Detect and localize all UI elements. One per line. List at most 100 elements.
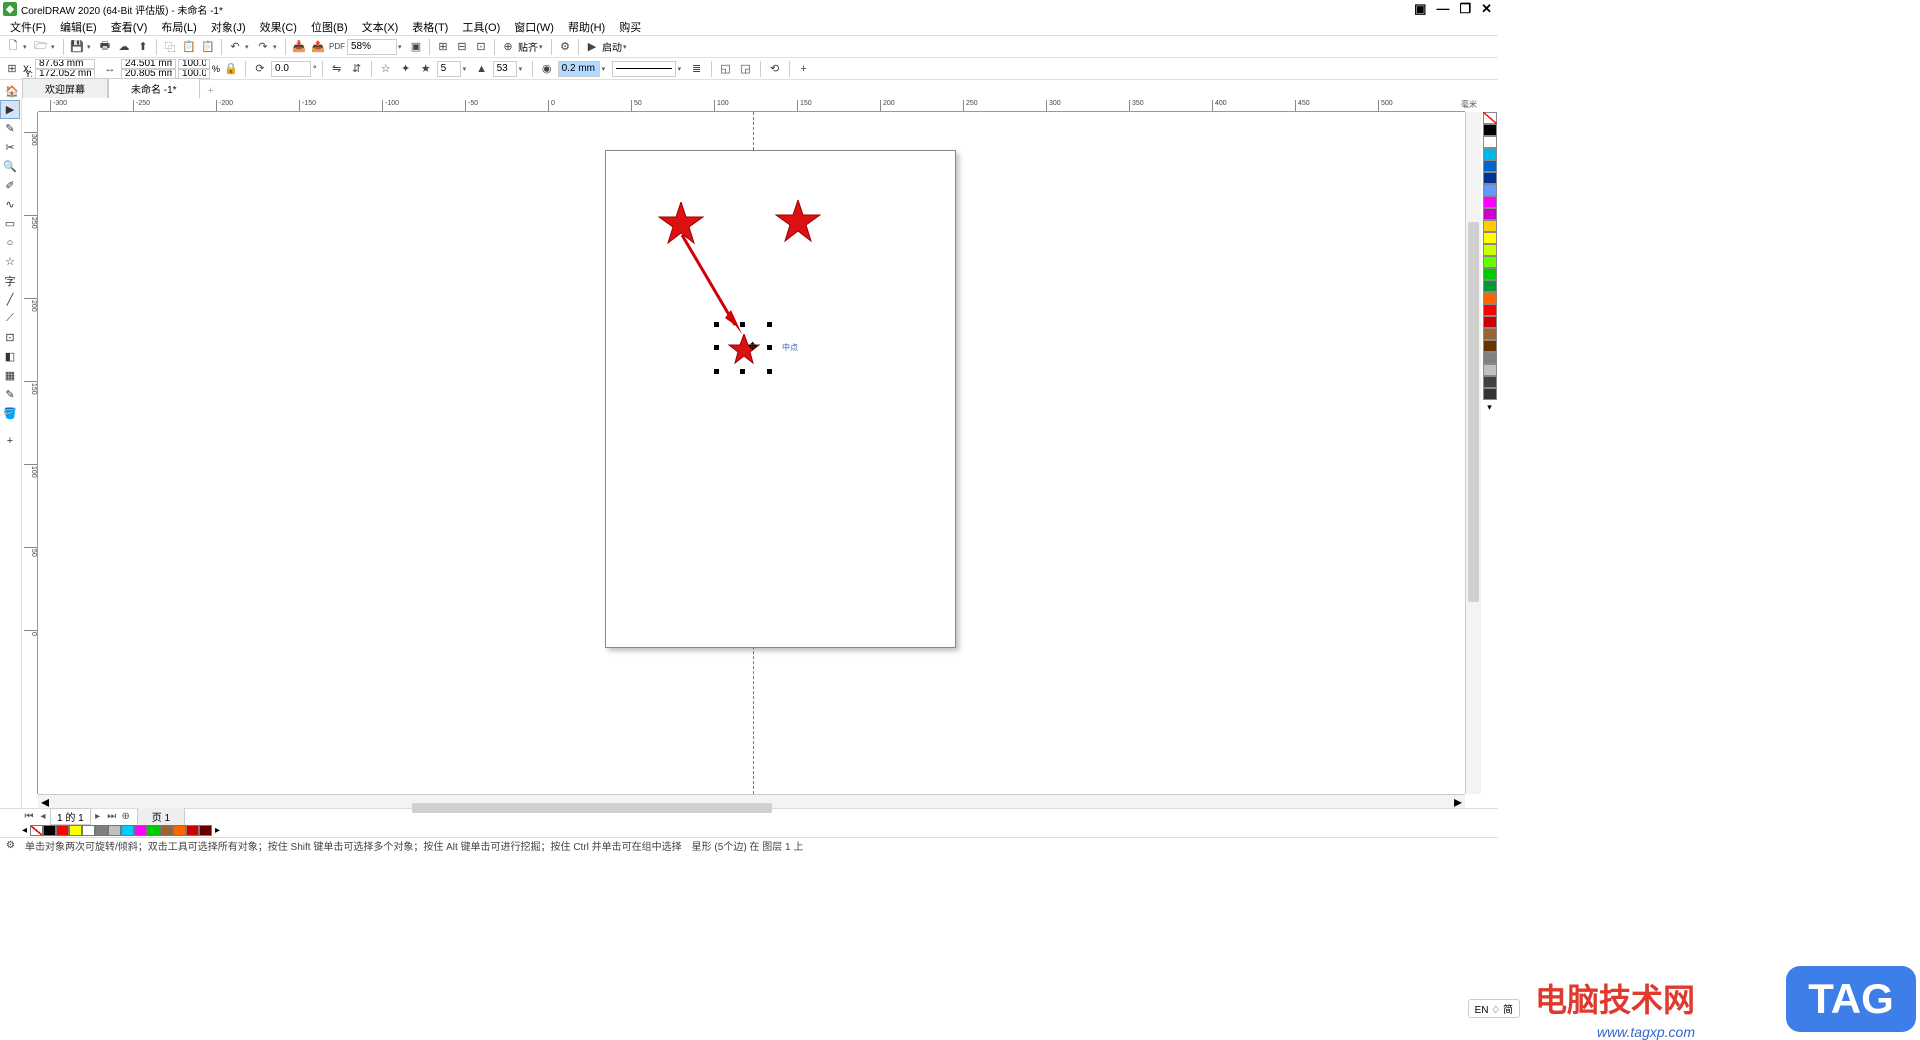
launch-label[interactable]: 启动: [602, 39, 622, 54]
star-outline-icon[interactable]: ☆: [377, 60, 395, 78]
freehand-tool[interactable]: ✐: [0, 176, 20, 195]
menu-text[interactable]: 文本(X): [356, 18, 405, 36]
paste-icon[interactable]: 📋: [180, 38, 198, 56]
menu-tools[interactable]: 工具(O): [456, 18, 506, 36]
tab-welcome[interactable]: 欢迎屏幕: [22, 78, 108, 98]
width-input[interactable]: [121, 59, 176, 69]
text-tool[interactable]: 字: [0, 271, 20, 290]
page-next[interactable]: ▸: [91, 811, 105, 822]
guides2-icon[interactable]: ⊡: [472, 38, 490, 56]
swatch[interactable]: [1483, 220, 1497, 232]
page-first[interactable]: ⏮: [22, 811, 36, 822]
ruler-vertical[interactable]: 300 250 200 150 100 50 0: [22, 112, 38, 794]
scalex-input[interactable]: [178, 59, 210, 69]
swatch[interactable]: [1483, 256, 1497, 268]
launch-icon[interactable]: ▶: [583, 38, 601, 56]
clipboard-icon[interactable]: 📋: [199, 38, 217, 56]
swatch[interactable]: [1483, 340, 1497, 352]
menu-bitmap[interactable]: 位图(B): [305, 18, 354, 36]
menu-file[interactable]: 文件(F): [4, 18, 52, 36]
save-icon[interactable]: 💾: [68, 38, 86, 56]
eyedropper-tool[interactable]: ✎: [0, 385, 20, 404]
tray-none[interactable]: [30, 825, 43, 836]
swatch[interactable]: [1483, 148, 1497, 160]
zoom-input[interactable]: [347, 39, 397, 55]
ellipse-tool[interactable]: ○: [0, 233, 20, 252]
swatch-none[interactable]: [1483, 112, 1497, 124]
export2-icon[interactable]: 📤: [309, 38, 327, 56]
tab-document[interactable]: 未命名 -1*: [108, 78, 200, 98]
outline-input[interactable]: [558, 61, 600, 77]
swatch[interactable]: [1483, 364, 1497, 376]
ruler-horizontal[interactable]: -300 -250 -200 -150 -100 -50 0 50 100 15…: [38, 98, 1465, 112]
tray-swatch[interactable]: [199, 825, 212, 836]
menu-buy[interactable]: 购买: [613, 18, 647, 36]
tray-swatch[interactable]: [173, 825, 186, 836]
tray-swatch[interactable]: [108, 825, 121, 836]
new-icon[interactable]: 🗋: [4, 38, 22, 56]
swatch[interactable]: [1483, 208, 1497, 220]
undo-icon[interactable]: ↶: [226, 38, 244, 56]
page-last[interactable]: ⏭: [105, 811, 119, 822]
close-button[interactable]: ✕: [1481, 1, 1492, 17]
menu-layout[interactable]: 布局(L): [155, 18, 202, 36]
line-tool[interactable]: ╱: [0, 290, 20, 309]
menu-help[interactable]: 帮助(H): [562, 18, 611, 36]
snap-icon[interactable]: ⊕: [499, 38, 517, 56]
dimension-tool[interactable]: ⟋: [0, 309, 20, 328]
menu-window[interactable]: 窗口(W): [508, 18, 560, 36]
tray-swatch[interactable]: [121, 825, 134, 836]
x-input[interactable]: [35, 59, 95, 69]
add-icon[interactable]: +: [795, 60, 813, 78]
swatch[interactable]: [1483, 352, 1497, 364]
open-icon[interactable]: 🗁: [32, 38, 50, 56]
tray-swatch[interactable]: [56, 825, 69, 836]
swatch[interactable]: [1483, 316, 1497, 328]
tray-swatch[interactable]: [69, 825, 82, 836]
lock-icon[interactable]: 🔒: [222, 60, 240, 78]
swatch[interactable]: [1483, 292, 1497, 304]
menu-table[interactable]: 表格(T): [406, 18, 454, 36]
copy-icon[interactable]: ⿻: [161, 38, 179, 56]
guides-icon[interactable]: ⊟: [453, 38, 471, 56]
tab-add[interactable]: +: [203, 84, 219, 98]
convert-icon[interactable]: ⟲: [766, 60, 784, 78]
swatch[interactable]: [1483, 184, 1497, 196]
swatch[interactable]: [1483, 388, 1497, 400]
selection-handles[interactable]: [714, 322, 772, 374]
swatch[interactable]: [1483, 280, 1497, 292]
import-icon[interactable]: 📥: [290, 38, 308, 56]
tray-swatch[interactable]: [95, 825, 108, 836]
scaley-input[interactable]: [178, 69, 210, 79]
maximize-button[interactable]: ❐: [1459, 1, 1471, 17]
back-icon[interactable]: ◲: [737, 60, 755, 78]
page-add[interactable]: ⊕: [119, 811, 133, 822]
options-icon[interactable]: ⚙: [556, 38, 574, 56]
swatch[interactable]: [1483, 304, 1497, 316]
swatch[interactable]: [1483, 172, 1497, 184]
tray-swatch[interactable]: [134, 825, 147, 836]
cloud-icon[interactable]: ☁: [115, 38, 133, 56]
mirror-h-icon[interactable]: ⇋: [328, 60, 346, 78]
add-tool[interactable]: +: [0, 431, 20, 450]
tray-swatch[interactable]: [82, 825, 95, 836]
menu-view[interactable]: 查看(V): [105, 18, 154, 36]
connector-tool[interactable]: ⊡: [0, 328, 20, 347]
swatch[interactable]: [1483, 244, 1497, 256]
wrap-icon[interactable]: ≣: [688, 60, 706, 78]
swatch[interactable]: [1483, 160, 1497, 172]
pdf-icon[interactable]: PDF: [328, 38, 346, 56]
snap-label[interactable]: 贴齐: [518, 39, 538, 54]
pick-tool[interactable]: ▶: [0, 100, 20, 119]
line-style[interactable]: [612, 61, 676, 77]
wizard-icon[interactable]: ▣: [1414, 1, 1426, 17]
swatch[interactable]: [1483, 232, 1497, 244]
menu-effect[interactable]: 效果(C): [254, 18, 303, 36]
height-input[interactable]: [121, 69, 176, 79]
scrollbar-v[interactable]: [1465, 112, 1481, 794]
rectangle-tool[interactable]: ▭: [0, 214, 20, 233]
print-icon[interactable]: 🖶: [96, 38, 114, 56]
artistic-tool[interactable]: ∿: [0, 195, 20, 214]
tray-swatch[interactable]: [160, 825, 173, 836]
scrollbar-h[interactable]: ◂ ▸: [38, 794, 1465, 808]
